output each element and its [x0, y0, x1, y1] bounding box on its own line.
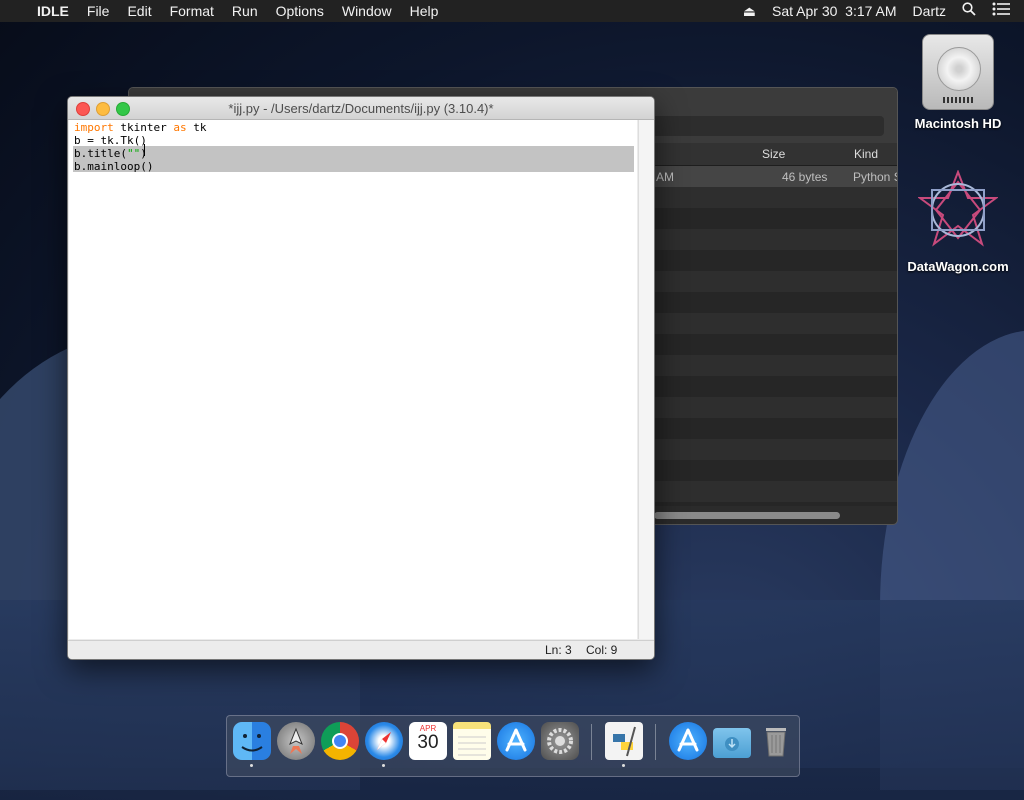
- idle-titlebar[interactable]: *ijj.py - /Users/dartz/Documents/ijj.py …: [68, 97, 654, 120]
- desktop-icon-macintosh-hd[interactable]: Macintosh HD: [903, 34, 1013, 131]
- menubar-clock[interactable]: Sat Apr 30 3:17 AM: [764, 0, 905, 22]
- running-indicator: [250, 764, 253, 767]
- menu-run[interactable]: Run: [223, 0, 267, 22]
- desktop-icon-label: DataWagon.com: [907, 259, 1009, 274]
- window-title: *ijj.py - /Users/dartz/Documents/ijj.py …: [228, 101, 494, 116]
- code-line-3[interactable]: b.title(""): [74, 147, 147, 160]
- vertical-scrollbar[interactable]: [638, 120, 654, 639]
- menu-window[interactable]: Window: [333, 0, 401, 22]
- finder-icon[interactable]: [233, 722, 271, 760]
- code-editor[interactable]: import tkinter as tk b = tk.Tk() b.title…: [69, 120, 637, 639]
- calendar-icon[interactable]: APR 30: [409, 722, 447, 760]
- finder-rows: [654, 166, 897, 506]
- app-store-icon[interactable]: [669, 722, 707, 760]
- finder-search-field[interactable]: [644, 116, 884, 136]
- finder-horizontal-scrollbar[interactable]: [654, 512, 840, 519]
- hard-drive-icon: [922, 34, 994, 110]
- menu-options[interactable]: Options: [267, 0, 333, 22]
- idle-editor-window[interactable]: *ijj.py - /Users/dartz/Documents/ijj.py …: [67, 96, 655, 660]
- chrome-icon[interactable]: [321, 722, 359, 760]
- selection-highlight: [73, 146, 634, 172]
- finder-file-row[interactable]: AM 46 bytes Python S: [654, 166, 897, 187]
- code-line-2[interactable]: b = tk.Tk(): [74, 134, 147, 147]
- code-text: tk: [186, 121, 207, 134]
- finder-column-headers: Size Kind: [654, 143, 897, 166]
- menubar-user[interactable]: Dartz: [905, 0, 954, 22]
- string-literal: "": [126, 147, 141, 160]
- eject-icon[interactable]: ⏏: [735, 0, 764, 22]
- notes-icon[interactable]: [453, 722, 491, 760]
- datawagon-star-icon: [916, 169, 1000, 247]
- calendar-day: 30: [417, 732, 439, 753]
- status-line: Ln: 3: [545, 643, 572, 657]
- keyword-import: import: [74, 121, 114, 134]
- menubar: IDLE File Edit Format Run Options Window…: [0, 0, 1024, 22]
- running-indicator: [622, 764, 625, 767]
- column-kind[interactable]: Kind: [854, 147, 878, 161]
- dock-separator: [655, 724, 656, 760]
- menu-app-name[interactable]: IDLE: [28, 0, 78, 22]
- code-line-1[interactable]: import tkinter as tk: [74, 121, 206, 134]
- menu-format[interactable]: Format: [161, 0, 223, 22]
- trash-icon[interactable]: [757, 722, 795, 760]
- system-preferences-icon[interactable]: [541, 722, 579, 760]
- status-bar: Ln: 3 Col: 9: [68, 640, 654, 659]
- menu-file[interactable]: File: [78, 0, 119, 22]
- file-kind: Python S: [853, 170, 898, 184]
- notification-center-icon[interactable]: [984, 0, 1024, 22]
- dock-separator: [591, 724, 592, 760]
- code-line-4[interactable]: b.mainloop(): [74, 160, 153, 173]
- desktop-icon-datawagon[interactable]: DataWagon.com: [903, 169, 1013, 274]
- menu-help[interactable]: Help: [401, 0, 448, 22]
- launchpad-icon[interactable]: [277, 722, 315, 760]
- downloads-folder-icon[interactable]: [713, 728, 751, 758]
- spotlight-search-icon[interactable]: [954, 0, 984, 22]
- safari-icon[interactable]: [365, 722, 403, 760]
- file-date: AM: [656, 170, 674, 184]
- code-text: b.title(: [74, 147, 127, 160]
- code-text: tkinter: [113, 121, 174, 134]
- file-size: 46 bytes: [782, 170, 828, 184]
- desktop-icon-label: Macintosh HD: [914, 116, 1002, 131]
- column-size[interactable]: Size: [762, 147, 785, 161]
- app-store-icon[interactable]: [497, 722, 535, 760]
- keyword-as: as: [173, 121, 187, 134]
- status-column: Col: 9: [586, 643, 618, 657]
- running-indicator: [382, 764, 385, 767]
- text-cursor: [144, 144, 145, 156]
- python-launcher-icon[interactable]: [605, 722, 643, 760]
- menu-edit[interactable]: Edit: [118, 0, 160, 22]
